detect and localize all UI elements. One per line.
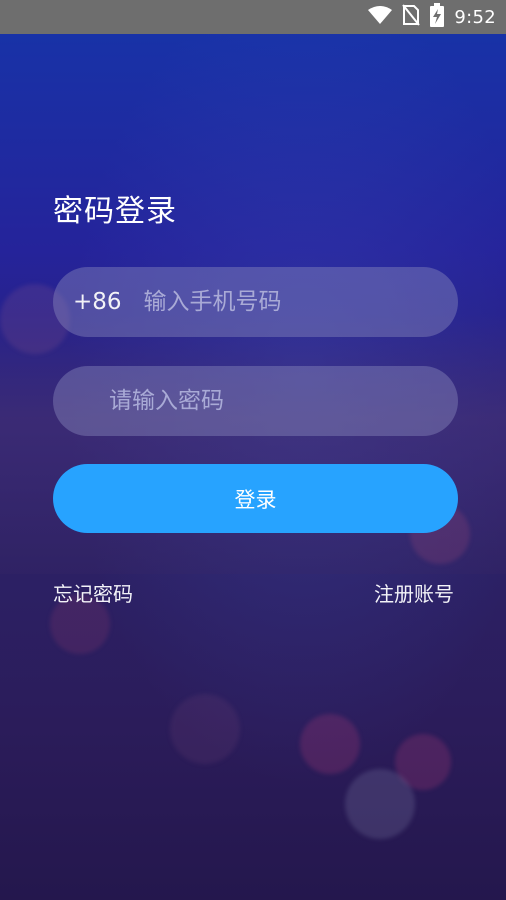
status-bar: 9:52 bbox=[0, 0, 506, 34]
no-sim-icon bbox=[402, 4, 421, 30]
bokeh-light bbox=[170, 694, 240, 764]
forgot-password-link[interactable]: 忘记密码 bbox=[53, 578, 133, 607]
login-button[interactable]: 登录 bbox=[53, 464, 458, 533]
phone-field[interactable]: +86 bbox=[53, 267, 458, 337]
password-field[interactable] bbox=[53, 366, 458, 436]
password-input[interactable] bbox=[109, 388, 458, 414]
status-icons: 9:52 bbox=[368, 0, 496, 34]
country-code[interactable]: +86 bbox=[73, 289, 122, 315]
bokeh-light bbox=[300, 714, 360, 774]
register-link[interactable]: 注册账号 bbox=[374, 578, 454, 607]
bokeh-light bbox=[345, 769, 415, 839]
phone-input[interactable] bbox=[143, 289, 458, 315]
battery-charging-icon bbox=[430, 3, 445, 31]
page-title: 密码登录 bbox=[53, 194, 177, 229]
status-time: 9:52 bbox=[454, 6, 496, 28]
wifi-icon bbox=[368, 6, 393, 28]
